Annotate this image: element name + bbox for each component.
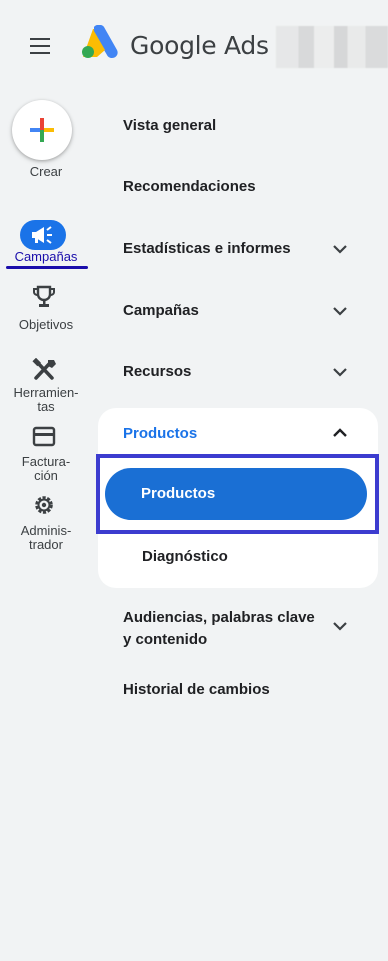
plus-icon	[30, 118, 54, 142]
menu-item-change-history[interactable]: Historial de cambios	[123, 681, 270, 698]
rail-item-label: trador	[29, 537, 63, 552]
menu-item-label: Audiencias, palabras clave	[123, 609, 315, 626]
credit-card-icon	[28, 425, 60, 449]
rail-item-label: tas	[37, 399, 55, 414]
hamburger-menu-icon[interactable]	[30, 38, 50, 54]
active-underline	[6, 266, 88, 269]
menu-item-recommendations[interactable]: Recomendaciones	[123, 178, 256, 195]
megaphone-icon	[32, 226, 52, 244]
rail-item-label: Campañas	[14, 249, 78, 264]
tools-icon	[28, 357, 60, 382]
rail-item-label: Factura-	[21, 454, 71, 469]
submenu-item-diagnostics[interactable]: Diagnóstico	[142, 548, 228, 565]
create-button[interactable]	[12, 100, 72, 160]
brand-title: Google Ads	[130, 31, 269, 60]
menu-item-label: Estadísticas e informes	[123, 240, 291, 257]
rail-item-label: ción	[34, 468, 58, 483]
campaigns-active-pill[interactable]	[20, 220, 66, 250]
chevron-down-icon	[333, 245, 347, 254]
rail-item-label: Adminis-	[20, 523, 72, 538]
menu-item-overview[interactable]: Vista general	[123, 117, 216, 134]
chevron-down-icon	[333, 307, 347, 316]
menu-item-label: Campañas	[123, 302, 199, 319]
create-label: Crear	[29, 164, 63, 179]
submenu-item-products[interactable]: Productos	[105, 468, 367, 520]
trophy-icon	[28, 285, 60, 309]
account-info-blurred	[276, 26, 388, 68]
menu-item-label: y contenido	[123, 631, 208, 648]
left-navigation-rail: Crear Campañas Objetivos Herramien- tas …	[0, 92, 92, 961]
gear-icon	[28, 493, 60, 517]
rail-item-label: Objetivos	[18, 317, 74, 332]
menu-item-label: Recursos	[123, 363, 192, 380]
chevron-up-icon	[333, 428, 347, 437]
app-frame: Google Ads Crear Campañas Objetivos Herr…	[0, 0, 388, 961]
campaigns-menu-panel: Vista general Recomendaciones Estadístic…	[92, 92, 388, 961]
chevron-down-icon	[333, 368, 347, 377]
top-header: Google Ads	[0, 0, 388, 92]
menu-item-label: Productos	[123, 425, 198, 442]
submenu-item-label: Productos	[141, 485, 216, 502]
google-ads-logo-icon	[80, 24, 120, 61]
rail-item-label: Herramien-	[13, 385, 79, 400]
chevron-down-icon	[333, 622, 347, 631]
